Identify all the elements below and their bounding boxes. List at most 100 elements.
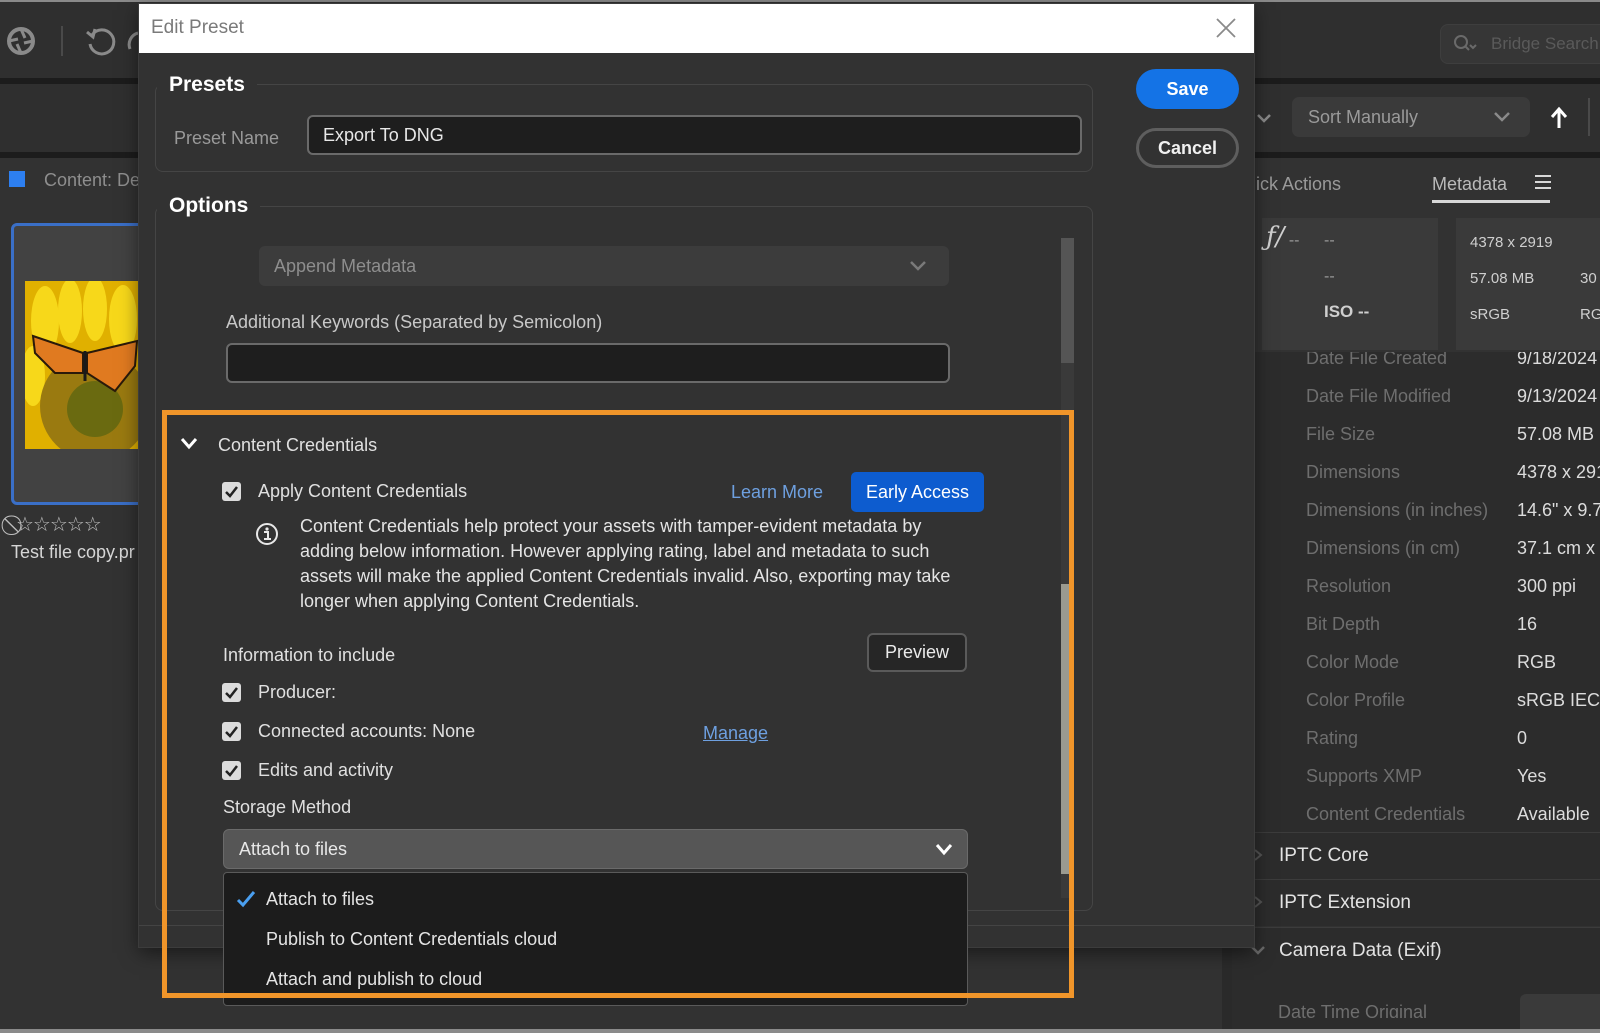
window-bottom-border: [0, 1029, 1600, 1033]
thumbnail-filename[interactable]: Test file copy.pr: [11, 542, 141, 563]
hamburger-menu-icon[interactable]: [1535, 175, 1551, 191]
exif-field-label: Date Time Original: [1278, 1002, 1428, 1018]
chevron-down-icon[interactable]: [179, 436, 199, 452]
camera-readout: --: [1324, 268, 1335, 285]
metadata-row: Dimensions (in inches) 14.6" x 9.7": [1306, 500, 1600, 520]
connected-accounts-label[interactable]: Connected accounts: None: [258, 721, 475, 742]
dialog-titlebar: Edit Preset: [139, 4, 1254, 53]
metadata-row: Color ProfilesRGB IEC61966-2.1: [1306, 690, 1600, 710]
manage-link[interactable]: Manage: [703, 723, 768, 744]
rotate-left-icon[interactable]: [84, 25, 118, 59]
panel-color-label: [9, 171, 25, 187]
metadata-row: Date File Created 9/18/2024: [1306, 352, 1598, 368]
producer-label[interactable]: Producer:: [258, 682, 336, 703]
aperture-icon: ƒ/: [1266, 222, 1285, 252]
chevron-down-icon: [1494, 112, 1510, 122]
content-credentials-info-text: Content Credentials help protect your as…: [300, 516, 951, 611]
shutter-readout: --: [1324, 232, 1335, 249]
chevron-down-icon[interactable]: [1254, 108, 1274, 128]
keywords-input[interactable]: [226, 343, 950, 383]
producer-checkbox[interactable]: [222, 683, 241, 702]
thumbnail-image-butterfly-sunflower[interactable]: [25, 281, 141, 449]
sort-dropdown-value: Sort Manually: [1308, 107, 1419, 127]
file-dimensions: 4378 x 2919: [1470, 234, 1553, 251]
iso-readout: ISO --: [1324, 302, 1370, 321]
camera-aperture-icon[interactable]: [6, 26, 36, 56]
rotate-right-icon[interactable]: [126, 25, 140, 59]
content-panel-title: Content: De: [44, 170, 141, 190]
options-legend: Options: [157, 194, 261, 218]
apply-content-credentials-label[interactable]: Apply Content Credentials: [258, 481, 467, 502]
content-credentials-section-title[interactable]: Content Credentials: [218, 435, 377, 456]
file-color-mode: RG: [1580, 306, 1600, 323]
checkmark-icon: [236, 891, 256, 908]
scrollbar-track-upper: [1061, 238, 1074, 363]
menu-item-attach-to-files[interactable]: Attach to files: [266, 889, 374, 910]
presets-legend: Presets: [157, 73, 257, 97]
metadata-row: Color Mode RGB: [1306, 652, 1557, 672]
search-input[interactable]: Bridge Search: [1440, 24, 1600, 64]
menu-item-attach-and-publish[interactable]: Attach and publish to cloud: [266, 969, 482, 990]
search-icon: [1454, 35, 1477, 51]
active-tab-indicator: [1432, 200, 1550, 203]
storage-method-label: Storage Method: [223, 797, 352, 817]
section-iptc-core[interactable]: IPTC Core: [1232, 832, 1600, 879]
toolbar-divider: [1588, 98, 1590, 136]
metadata-row: Resolution 300 ppi: [1306, 576, 1577, 596]
save-button[interactable]: Save: [1136, 69, 1239, 109]
checkmark-icon: [225, 726, 238, 738]
preset-name-value: Export To DNG: [323, 125, 444, 145]
preset-name-input[interactable]: Export To DNG: [307, 115, 1082, 155]
metadata-row: Dimensions (in cm)37.1 cm x 24.7 cm: [1306, 538, 1600, 558]
keywords-label: Additional Keywords (Separated by Semico…: [226, 312, 603, 332]
camera-summary-box: ƒ/ -- -- -- -- -- ISO --: [1234, 218, 1438, 350]
sort-ascending-icon[interactable]: [1549, 106, 1569, 130]
metadata-row: Date File Modified 9/13/2024: [1306, 386, 1598, 406]
star-icon[interactable]: ☆☆☆☆☆: [16, 514, 102, 536]
exif-field-value[interactable]: [1520, 994, 1600, 1033]
search-placeholder: Bridge Search: [1491, 34, 1599, 53]
edit-preset-dialog: Edit Preset Presets Preset Name Export T…: [139, 4, 1254, 947]
dialog-title: Edit Preset: [151, 17, 244, 38]
metadata-row: Supports XMP Yes: [1306, 766, 1547, 786]
metadata-row: Dimensions4378 x 2919: [1306, 462, 1600, 482]
checkmark-icon: [225, 486, 238, 498]
file-properties-list: Date File Created 9/18/2024 Date File Mod…: [1232, 352, 1600, 832]
chevron-down-icon: [910, 261, 926, 271]
file-summary-box: 4378 x 2919 57.08 MB 30 sRGB RG: [1456, 218, 1600, 350]
storage-method-value: Attach to files: [239, 839, 348, 859]
storage-method-dropdown[interactable]: Attach to files: [223, 829, 968, 869]
file-size: 57.08 MB: [1470, 270, 1535, 287]
scrollbar-thumb[interactable]: [1061, 584, 1074, 874]
connected-accounts-checkbox[interactable]: [222, 722, 241, 741]
file-color-space: sRGB: [1470, 306, 1511, 323]
storage-method-menu: Attach to files Publish to Content Crede…: [223, 872, 968, 1006]
learn-more-link[interactable]: Learn More: [731, 482, 823, 503]
metadata-row: Rating 0: [1306, 728, 1528, 748]
file-resolution: 30: [1580, 270, 1597, 287]
preview-button[interactable]: Preview: [867, 633, 967, 672]
content-panel-header: Content: De: [0, 158, 145, 206]
information-to-include-label: Information to include: [223, 645, 396, 665]
info-icon: [256, 523, 278, 545]
metadata-row: File Size 57.08 MB: [1306, 424, 1595, 444]
metadata-mode-dropdown[interactable]: Append Metadata: [259, 246, 949, 286]
preset-name-label: Preset Name: [174, 128, 280, 148]
toolbar-divider: [61, 26, 63, 56]
section-iptc-extension[interactable]: IPTC Extension: [1232, 879, 1600, 926]
rating-stars[interactable]: ⃠☆☆☆☆☆: [16, 512, 102, 537]
tab-metadata[interactable]: Metadata: [1432, 174, 1507, 195]
apply-content-credentials-checkbox[interactable]: [222, 482, 241, 501]
aperture-readout: ƒ/ --: [1266, 222, 1300, 252]
checkmark-icon: [225, 765, 238, 777]
metadata-mode-value: Append Metadata: [274, 256, 417, 276]
sort-dropdown[interactable]: Sort Manually: [1292, 97, 1530, 137]
close-icon[interactable]: [1214, 16, 1238, 40]
checkmark-icon: [225, 687, 238, 699]
cancel-button[interactable]: Cancel: [1136, 128, 1239, 168]
early-access-badge[interactable]: Early Access: [851, 472, 984, 512]
chevron-down-icon: [935, 844, 953, 856]
edits-and-activity-label[interactable]: Edits and activity: [258, 760, 393, 781]
edits-and-activity-checkbox[interactable]: [222, 761, 241, 780]
menu-item-publish-to-cloud[interactable]: Publish to Content Credentials cloud: [266, 929, 557, 950]
